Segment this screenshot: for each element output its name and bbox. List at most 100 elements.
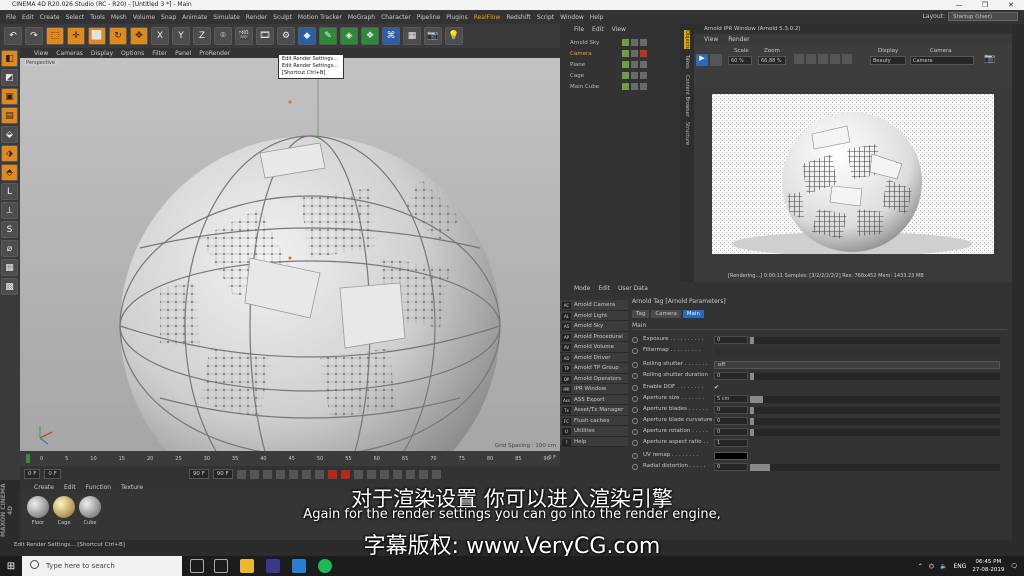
display-dropdown[interactable]: Beauty: [870, 56, 906, 65]
axis-mode-icon[interactable]: L: [1, 183, 18, 200]
polygons-mode-icon[interactable]: ⬘: [1, 164, 18, 181]
checkmark-icon[interactable]: [631, 83, 638, 90]
task-view-icon[interactable]: [214, 559, 228, 573]
param-value-field[interactable]: 5 cm: [714, 395, 748, 403]
volume-icon[interactable]: 🔈: [940, 563, 947, 570]
checkmark-icon[interactable]: [631, 72, 638, 79]
prev-frame-icon[interactable]: [262, 469, 272, 479]
maximize-button[interactable]: ❐: [972, 0, 998, 10]
position-key-icon[interactable]: [366, 469, 376, 479]
visibility-dot-icon[interactable]: [622, 83, 629, 90]
menu-motion-tracker[interactable]: Motion Tracker: [298, 14, 342, 21]
animate-dot-icon[interactable]: [632, 385, 638, 391]
render-settings-icon[interactable]: ⚙: [277, 27, 295, 45]
checkmark-icon[interactable]: [631, 61, 638, 68]
notification-icon[interactable]: 🗨: [1010, 563, 1018, 570]
cloner-icon[interactable]: ❖: [361, 27, 379, 45]
animate-dot-icon[interactable]: [632, 453, 638, 459]
goto-start-icon[interactable]: [236, 469, 246, 479]
menu-snap[interactable]: Snap: [161, 14, 176, 21]
menu-redshift[interactable]: Redshift: [506, 14, 530, 21]
param-slider[interactable]: [750, 429, 1000, 436]
arnold-plugin-item[interactable]: AV Arnold Volume: [560, 342, 628, 353]
axis-x-button[interactable]: X: [151, 27, 169, 45]
ipr-render-image[interactable]: [712, 94, 994, 254]
arnold-plugin-item[interactable]: TP Arnold TP Group: [560, 363, 628, 374]
arnold-plugin-item[interactable]: Tx Asset/Tx Manager: [560, 405, 628, 416]
object-menu-file[interactable]: File: [574, 26, 584, 33]
taskbar-clock[interactable]: 06:45 PM 27-08-2019: [972, 558, 1004, 574]
taskbar-search-box[interactable]: Type here to search: [22, 556, 182, 576]
move-tool-icon[interactable]: ✛: [67, 27, 85, 45]
param-dropdown[interactable]: off: [714, 361, 1000, 369]
axis-z-button[interactable]: Z: [193, 27, 211, 45]
tag-icon[interactable]: [640, 50, 647, 57]
tab-takes[interactable]: Takes: [684, 55, 690, 69]
file-explorer-icon[interactable]: [240, 559, 254, 573]
animate-dot-icon[interactable]: [632, 429, 638, 435]
animate-dot-icon[interactable]: [632, 362, 638, 368]
ipr-menu-render[interactable]: Render: [728, 36, 749, 43]
grid-icon[interactable]: ▦: [1, 259, 18, 276]
arnold-plugin-item[interactable]: OP Arnold Operators: [560, 373, 628, 384]
menu-mograph[interactable]: MoGraph: [348, 14, 375, 21]
minimize-button[interactable]: —: [946, 0, 972, 10]
snap-icon[interactable]: S: [1, 221, 18, 238]
record-icon[interactable]: [327, 469, 337, 479]
play-icon[interactable]: [275, 469, 285, 479]
object-row[interactable]: Plane: [560, 60, 680, 70]
menu-mesh[interactable]: Mesh: [111, 14, 127, 21]
select-tool-icon[interactable]: ⬚: [46, 27, 64, 45]
tray-up-icon[interactable]: ⌃: [918, 563, 923, 570]
tag-icon[interactable]: [640, 72, 647, 79]
object-row[interactable]: Arnold Sky: [560, 38, 680, 48]
menu-script[interactable]: Script: [537, 14, 554, 21]
workplane-icon[interactable]: ▤: [1, 107, 18, 124]
arnold-plugin-item[interactable]: IPR IPR Window: [560, 384, 628, 395]
viewport-menu-prorender[interactable]: ProRender: [199, 50, 230, 57]
attribute-menu-edit[interactable]: Edit: [598, 285, 610, 292]
floor-icon[interactable]: ▦: [403, 27, 421, 45]
move-axis-icon[interactable]: ✥: [130, 27, 148, 45]
viewport-menu-filter[interactable]: Filter: [152, 50, 167, 57]
next-frame-icon[interactable]: [288, 469, 298, 479]
arnold-plugin-item[interactable]: AP Arnold Procedural: [560, 331, 628, 342]
animate-dot-icon[interactable]: [632, 464, 638, 470]
preview-max-field[interactable]: 90 F: [212, 469, 233, 479]
arnold-plugin-item[interactable]: U Utilities: [560, 426, 628, 437]
make-editable-icon[interactable]: ◧: [1, 50, 18, 67]
arnold-plugin-item[interactable]: AD Arnold Driver: [560, 352, 628, 363]
ipr-play-icon[interactable]: ▶: [696, 54, 708, 66]
param-slider[interactable]: [750, 396, 1000, 403]
attribute-menu-mode[interactable]: Mode: [574, 285, 590, 292]
close-button[interactable]: ✕: [998, 0, 1024, 10]
goto-end-icon[interactable]: [314, 469, 324, 479]
prev-key-icon[interactable]: [249, 469, 259, 479]
object-menu-view[interactable]: View: [612, 26, 626, 33]
param-slider[interactable]: [750, 407, 1000, 414]
ipr-menu-view[interactable]: View: [704, 36, 718, 43]
start-button[interactable]: ⊞: [0, 556, 22, 576]
arnold-plugin-item[interactable]: AS Arnold Sky: [560, 321, 628, 332]
animate-dot-icon[interactable]: [632, 407, 638, 413]
ipr-lock-icon[interactable]: [818, 54, 828, 64]
menu-tools[interactable]: Tools: [90, 14, 105, 21]
checkmark-icon[interactable]: [631, 39, 638, 46]
menu-file[interactable]: File: [6, 14, 16, 21]
object-row[interactable]: Main Cube: [560, 82, 680, 92]
axis-y-button[interactable]: Y: [172, 27, 190, 45]
menu-render[interactable]: Render: [246, 14, 267, 21]
param-value-field[interactable]: 0: [714, 372, 748, 380]
network-icon[interactable]: ⌬: [929, 563, 934, 570]
menu-help[interactable]: Help: [590, 14, 604, 21]
viewport-menu-options[interactable]: Options: [121, 50, 144, 57]
tab-objects[interactable]: Objects: [684, 30, 690, 49]
camera-icon[interactable]: 📷: [424, 27, 442, 45]
menu-create[interactable]: Create: [40, 14, 60, 21]
cortana-icon[interactable]: [190, 559, 204, 573]
param-key-icon[interactable]: [405, 469, 415, 479]
object-row[interactable]: Cage: [560, 71, 680, 81]
param-value-field[interactable]: 0: [714, 417, 748, 425]
tag-icon[interactable]: [640, 39, 647, 46]
viewport-menu-cameras[interactable]: Cameras: [56, 50, 83, 57]
